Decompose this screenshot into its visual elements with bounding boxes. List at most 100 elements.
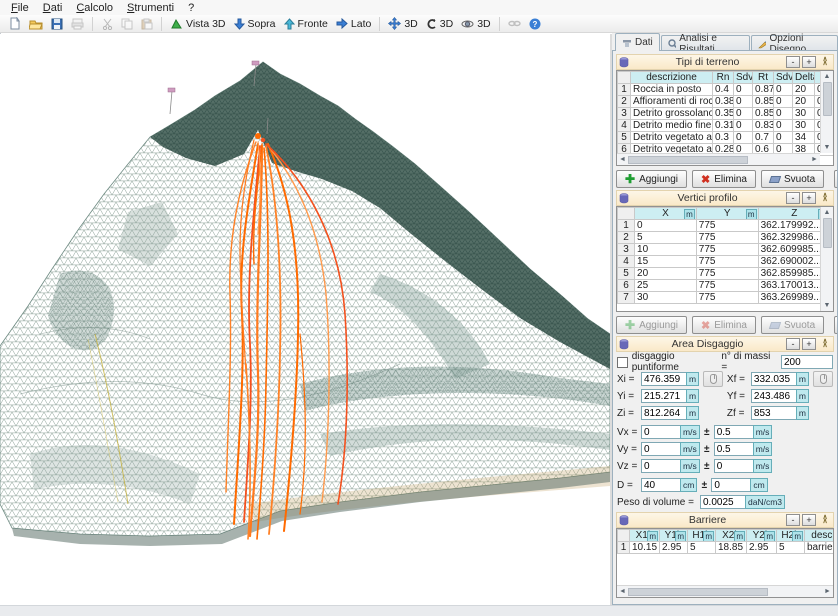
vx-input[interactable] (641, 425, 681, 439)
elimina-button[interactable]: ✖Elimina (692, 170, 756, 188)
barriers-table[interactable]: X1bm Y1bm H1bm X2bm Y2bm H2bm descrizio … (616, 528, 834, 598)
scroll-up-icon[interactable]: ▲ (821, 71, 834, 82)
vy-dev-input[interactable] (714, 442, 754, 456)
col-rn[interactable]: Rn (713, 72, 734, 84)
xf-input[interactable] (751, 372, 797, 386)
link-button[interactable] (505, 16, 524, 32)
print-button[interactable] (68, 16, 87, 32)
scroll-left-icon[interactable]: ◄ (617, 156, 628, 163)
col-descrizione[interactable]: descrizio (805, 530, 835, 542)
scroll-down-icon[interactable]: ▼ (821, 300, 834, 311)
scrollbar-thumb[interactable] (628, 588, 768, 596)
menu-help[interactable]: ? (181, 1, 201, 15)
zi-input[interactable] (641, 406, 687, 420)
col-h1b[interactable]: H1bm (688, 530, 716, 542)
vy-input[interactable] (641, 442, 681, 456)
roll-up-chevron-icon[interactable]: ∧∧ (819, 514, 831, 526)
table-row[interactable]: 2Affioramenti di rocci...0.3800.850200 (618, 96, 835, 108)
menu-calcolo[interactable]: Calcolo (69, 1, 120, 15)
col-sdv2[interactable]: Sdv (774, 72, 793, 84)
scrollbar-thumb[interactable] (823, 82, 832, 116)
table-row[interactable]: 3Detrito grossolano n...0.3500.850300 (618, 108, 835, 120)
collapse-button[interactable]: - (786, 56, 800, 68)
scroll-right-icon[interactable]: ► (809, 156, 820, 163)
vista-3d-button[interactable]: Vista 3D (167, 16, 229, 32)
orbit-3d-button[interactable]: 3D (458, 16, 493, 32)
table-row[interactable]: 730775363.269989... (618, 292, 831, 304)
svuota-button[interactable]: Svuota (761, 170, 824, 188)
paste-button[interactable] (138, 16, 156, 32)
massi-input[interactable] (781, 355, 833, 369)
pick-start-point-button[interactable] (703, 371, 723, 387)
roll-up-chevron-icon[interactable]: ∧∧ (819, 192, 831, 204)
profile-vertices-table[interactable]: Xm Ym Zm 10775362.179992... 25775362.329… (616, 206, 834, 312)
collapse-button[interactable]: - (786, 514, 800, 526)
table-row[interactable]: 415775362.690002... (618, 256, 831, 268)
open-file-button[interactable] (26, 16, 46, 32)
rotate-3d-button[interactable]: 3D (423, 16, 456, 32)
col-descrizione[interactable]: descrizione (631, 72, 713, 84)
table-row[interactable]: 310775362.609985... (618, 244, 831, 256)
table-row[interactable]: 520775362.859985... (618, 268, 831, 280)
vz-dev-input[interactable] (714, 459, 754, 473)
table-horizontal-scrollbar[interactable]: ◄ ► (617, 153, 820, 165)
elimina-button[interactable]: ✖Elimina (692, 316, 756, 334)
svuota-button[interactable]: Svuota (761, 316, 824, 334)
col-y[interactable]: Ym (696, 208, 758, 220)
lato-view-button[interactable]: Lato (333, 16, 374, 32)
yf-input[interactable] (751, 389, 797, 403)
tab-analisi-risultati[interactable]: Analisi e Risultati (661, 35, 750, 51)
d-input[interactable] (641, 478, 681, 492)
col-h2b[interactable]: H2bm (777, 530, 805, 542)
expand-button[interactable]: + (802, 338, 816, 350)
collapse-button[interactable]: - (786, 192, 800, 204)
tab-dati[interactable]: Dati (615, 33, 660, 51)
peso-input[interactable] (700, 495, 746, 509)
pick-end-point-button[interactable] (813, 371, 833, 387)
vx-dev-input[interactable] (714, 425, 754, 439)
table-vertical-scrollbar[interactable]: ▲ ▼ (820, 207, 833, 311)
cut-button[interactable] (98, 16, 116, 32)
disgaggio-puntiforme-checkbox[interactable] (617, 357, 628, 368)
col-x[interactable]: Xm (635, 208, 697, 220)
menu-strumenti[interactable]: Strumenti (120, 1, 181, 15)
scroll-down-icon[interactable]: ▼ (821, 142, 834, 153)
scroll-right-icon[interactable]: ► (822, 588, 833, 595)
table-horizontal-scrollbar[interactable]: ◄ ► (617, 585, 833, 597)
show-terrain-button[interactable]: ▲ (834, 170, 838, 188)
menu-dati[interactable]: Dati (36, 1, 70, 15)
table-row[interactable]: 1 10.15 2.95 5 18.85 2.95 5 barriera (618, 542, 835, 554)
d-dev-input[interactable] (711, 478, 751, 492)
expand-button[interactable]: + (802, 192, 816, 204)
col-y2b[interactable]: Y2bm (747, 530, 777, 542)
table-row[interactable]: 4Detrito medio fine no...0.3100.830300 (618, 120, 835, 132)
col-sdv[interactable]: Sdv (734, 72, 753, 84)
copy-button[interactable] (118, 16, 136, 32)
col-delta[interactable]: Delta (793, 72, 815, 84)
table-row[interactable]: 625775363.170013... (618, 280, 831, 292)
scrollbar-thumb[interactable] (823, 218, 832, 248)
sopra-view-button[interactable]: Sopra (231, 16, 279, 32)
col-rt[interactable]: Rt (753, 72, 774, 84)
fronte-view-button[interactable]: Fronte (281, 16, 331, 32)
terrain-3d-viewport[interactable] (0, 34, 610, 605)
expand-button[interactable]: + (802, 56, 816, 68)
collapse-button[interactable]: - (786, 338, 800, 350)
scrollbar-thumb[interactable] (628, 156, 748, 164)
col-y1b[interactable]: Y1bm (660, 530, 688, 542)
table-row[interactable]: 5Detrito vegetato ad a...0.300.70340 (618, 132, 835, 144)
save-button[interactable] (48, 16, 66, 32)
tab-opzioni-disegno[interactable]: Opzioni Disegno (751, 35, 838, 51)
aggiungi-button[interactable]: ✚Aggiungi (616, 170, 687, 188)
scroll-up-icon[interactable]: ▲ (821, 207, 834, 218)
scroll-left-icon[interactable]: ◄ (617, 588, 628, 595)
pan-3d-button[interactable]: 3D (385, 16, 420, 32)
xi-input[interactable] (641, 372, 687, 386)
terrain-types-table[interactable]: descrizione Rn Sdv Rt Sdv Delta 1Roccia … (616, 70, 834, 166)
new-file-button[interactable] (6, 16, 24, 32)
yi-input[interactable] (641, 389, 687, 403)
roll-up-chevron-icon[interactable]: ∧∧ (819, 338, 831, 350)
table-row[interactable]: 25775362.329986... (618, 232, 831, 244)
table-row[interactable]: 10775362.179992... (618, 220, 831, 232)
help-button[interactable]: ? (526, 16, 544, 32)
